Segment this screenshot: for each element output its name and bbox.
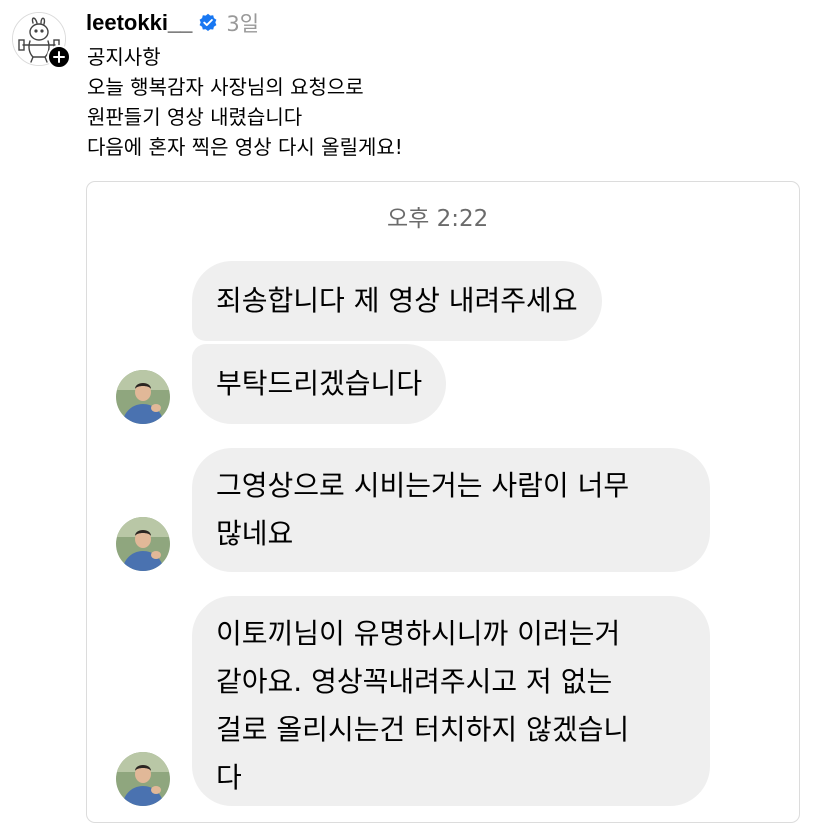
message-bubble: 그영상으로 시비는거는 사람이 너무 많네요	[192, 448, 710, 572]
message-text: 이토끼님이 유명하시니까 이러는거	[216, 617, 621, 650]
message-bubble: 이토끼님이 유명하시니까 이러는거 같아요. 영상꼭내려주시고 저 없는 걸로 …	[192, 596, 710, 806]
person-photo-icon	[116, 370, 170, 424]
caption-line: 다음에 혼자 찍은 영상 다시 올릴게요!	[87, 135, 403, 159]
threads-post: leetokki__ 3일 공지사항 오늘 행복감자 사장님의 요청으로 원판들…	[0, 0, 817, 836]
plus-icon	[53, 51, 65, 63]
attached-chat-screenshot[interactable]: 오후 2:22 죄송합니다 제 영상 내려주세요 부탁드리겠습니다 그영상으로 …	[86, 181, 800, 823]
post-timestamp: 3일	[226, 12, 260, 36]
person-photo-icon	[116, 752, 170, 806]
verified-badge-icon	[198, 13, 218, 33]
sender-avatar	[116, 370, 170, 424]
caption-line: 원판들기 영상 내렸습니다	[87, 105, 303, 129]
username-link[interactable]: leetokki__	[86, 10, 192, 36]
message-text: 많네요	[216, 517, 294, 550]
follow-plus-button[interactable]	[47, 45, 71, 69]
message-text: 같아요. 영상꼭내려주시고 저 없는	[216, 665, 613, 698]
message-text: 다	[216, 761, 242, 794]
chat-time-label: 오후 2:22	[387, 206, 489, 232]
post-caption: 공지사항 오늘 행복감자 사장님의 요청으로 원판들기 영상 내렸습니다 다음에…	[87, 42, 797, 162]
caption-line: 오늘 행복감자 사장님의 요청으로	[87, 75, 364, 99]
message-bubble: 부탁드리겠습니다	[192, 344, 447, 424]
post-header: leetokki__ 3일	[86, 8, 259, 38]
message-text: 걸로 올리시는건 터치하지 않겠습니	[216, 713, 630, 746]
person-photo-icon	[116, 517, 170, 571]
caption-line: 공지사항	[87, 45, 161, 69]
sender-avatar	[116, 752, 170, 806]
sender-avatar	[116, 517, 170, 571]
message-text: 죄송합니다 제 영상 내려주세요	[216, 284, 578, 317]
message-text: 그영상으로 시비는거는 사람이 너무	[216, 469, 630, 502]
message-bubble: 죄송합니다 제 영상 내려주세요	[192, 261, 602, 341]
message-text: 부탁드리겠습니다	[216, 367, 423, 400]
